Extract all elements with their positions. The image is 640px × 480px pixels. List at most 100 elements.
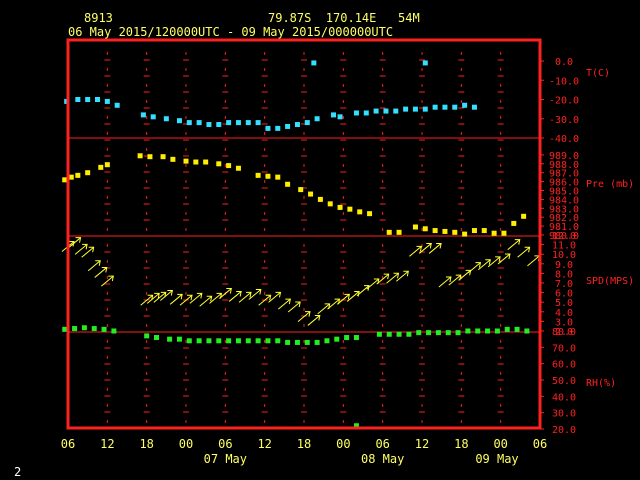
x-tick-label: 06 (61, 437, 75, 451)
temperature-point (331, 112, 336, 118)
humidity-point (275, 338, 281, 344)
humidity-y-tick-label: 70.0 (552, 343, 576, 354)
temperature-point (85, 97, 91, 102)
pressure-point (501, 230, 507, 236)
temperature-y-tick-label: -30.0 (549, 115, 579, 126)
pressure-point (412, 224, 418, 230)
pressure-point (521, 213, 527, 219)
temperature-point (471, 104, 477, 110)
temperature-point (353, 110, 359, 116)
pressure-point (62, 177, 68, 183)
temperature-point (432, 104, 438, 110)
pressure-point (432, 228, 438, 234)
humidity-point (81, 325, 87, 331)
pressure-point (285, 181, 291, 187)
pressure-point (386, 229, 392, 235)
temperature-point (363, 110, 369, 116)
humidity-point (514, 326, 520, 332)
humidity-point (154, 335, 159, 341)
humidity-point (494, 328, 500, 334)
humidity-point (167, 336, 173, 342)
humidity-y-tick-label: 60.0 (552, 360, 576, 371)
humidity-y-tick-label: 80.0 (552, 327, 576, 338)
temperature-point (163, 116, 169, 122)
humidity-y-tick-label: 50.0 (552, 376, 576, 387)
temperature-point (206, 122, 212, 128)
wind-arrow-shaft (307, 315, 321, 326)
humidity-point (91, 326, 97, 332)
pressure-point (337, 204, 343, 210)
pressure-point (452, 229, 458, 235)
pressure-point (422, 226, 428, 232)
pressure-point (481, 228, 487, 234)
pressure-point (367, 211, 373, 217)
humidity-point (255, 338, 261, 344)
pressure-point (347, 206, 353, 212)
pressure-panel-label: Pre (mb) (586, 179, 634, 190)
wind-arrow-shaft (74, 244, 88, 255)
humidity-panel-label: RH(%) (586, 378, 616, 389)
x-day-label: 07 May (204, 452, 247, 466)
wind-arrow-shaft (356, 285, 370, 297)
temperature-point (383, 108, 389, 114)
temperature-point (412, 106, 418, 112)
panel-gridlines (68, 137, 540, 333)
humidity-point (324, 338, 330, 344)
x-tick-label: 12 (257, 437, 271, 451)
wind-arrow-shaft (68, 237, 81, 249)
humidity-point (485, 328, 491, 334)
pressure-point (308, 191, 314, 197)
temperature-point (140, 112, 146, 118)
wind-arrow-shaft (297, 311, 311, 322)
pressure-point (298, 187, 304, 193)
pressure-point (98, 164, 104, 170)
humidity-point (265, 338, 271, 344)
meteogram-chart: 0.0-10.0-20.0-30.0-40.0T(C)989.0988.0987… (61, 38, 634, 466)
x-day-label: 08 May (361, 452, 404, 466)
temperature-point (176, 118, 182, 124)
y-axis-labels: 0.0-10.0-20.0-30.0-40.0T(C)989.0988.0987… (540, 57, 634, 436)
wind-arrow-shaft (94, 267, 108, 278)
x-tick-label: 12 (100, 437, 114, 451)
humidity-point (334, 336, 340, 342)
humidity-point (475, 328, 481, 334)
pressure-point (216, 161, 222, 167)
temperature-point (311, 60, 317, 66)
x-tick-label: 06 (375, 437, 389, 451)
wind-arrow-shaft (87, 260, 101, 272)
wind-arrow-shaft (468, 262, 481, 274)
temperature-y-tick-label: 0.0 (555, 57, 573, 68)
temperature-point (186, 120, 192, 126)
humidity-point (62, 326, 68, 332)
humidity-point (235, 338, 241, 344)
pressure-point (104, 162, 110, 168)
x-tick-label: 18 (297, 437, 311, 451)
wind-arrow-shaft (169, 293, 183, 305)
x-tick-label: 12 (415, 437, 429, 451)
wind-arrow-shaft (527, 255, 540, 267)
humidity-point (406, 331, 412, 337)
pressure-point (275, 174, 281, 180)
temperature-point (275, 125, 281, 131)
wind-arrow-shaft (81, 246, 94, 258)
temperature-point (196, 120, 202, 126)
humidity-point (186, 338, 192, 344)
humidity-point (353, 335, 359, 341)
wind-arrow-shaft (507, 239, 521, 250)
x-tick-label: 00 (493, 437, 507, 451)
humidity-point (344, 335, 350, 341)
temperature-point (235, 120, 241, 126)
humidity-point (396, 331, 402, 337)
x-day-label: 09 May (475, 452, 518, 466)
temperature-point (104, 98, 110, 104)
pressure-point (226, 163, 232, 169)
temperature-point (245, 120, 251, 126)
humidity-point (226, 338, 232, 344)
humidity-point (435, 330, 441, 336)
temperature-point (114, 102, 120, 108)
wind-arrow-shaft (258, 294, 271, 306)
humidity-point (111, 328, 117, 334)
humidity-point (72, 326, 78, 332)
temperature-point (442, 104, 448, 110)
pressure-point (193, 159, 199, 165)
